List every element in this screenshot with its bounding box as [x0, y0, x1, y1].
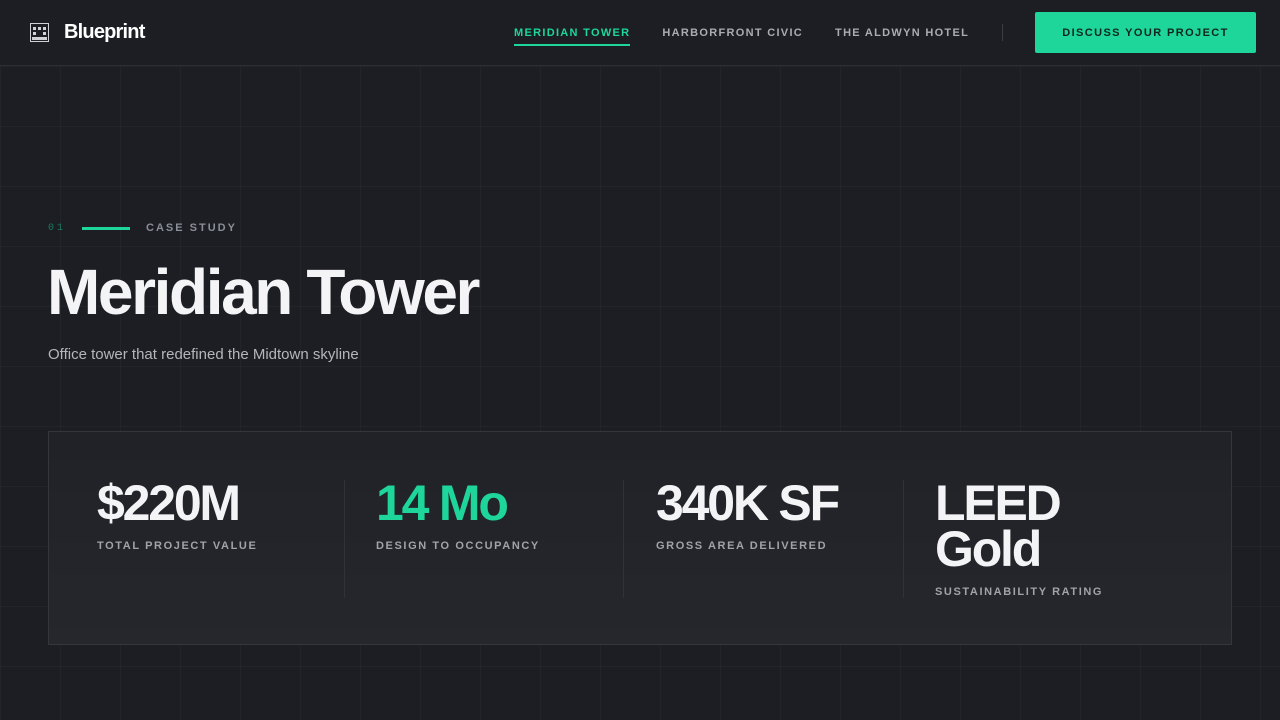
stat-value: 340K SF: [656, 475, 840, 531]
stat-sustainability: LEED Gold SUSTAINABILITY RATING: [935, 475, 1135, 598]
page-subtitle: Office tower that redefined the Midtown …: [48, 346, 359, 363]
eyebrow: 01 CASE STUDY: [48, 222, 237, 234]
brand-name: Blueprint: [64, 20, 145, 43]
nav-item-harborfront-civic[interactable]: HARBORFRONT CIVIC: [662, 27, 803, 39]
stat-label: DESIGN TO OCCUPANCY: [376, 540, 540, 552]
nav-divider: [1002, 24, 1003, 41]
stat-label: GROSS AREA DELIVERED: [656, 540, 828, 552]
discuss-project-button[interactable]: DISCUSS YOUR PROJECT: [1035, 12, 1256, 53]
nav-item-aldwyn-hotel[interactable]: THE ALDWYN HOTEL: [835, 27, 969, 39]
stat-divider: [344, 480, 345, 598]
brand-logo[interactable]: Blueprint: [30, 20, 145, 44]
stat-value: 14 Mo: [376, 475, 509, 531]
eyebrow-label: CASE STUDY: [146, 222, 237, 234]
nav-item-meridian-tower[interactable]: MERIDIAN TOWER: [514, 27, 631, 46]
building-icon: [30, 22, 49, 42]
stat-project-value: $220M TOTAL PROJECT VALUE: [97, 475, 337, 598]
main-nav: MERIDIAN TOWER HARBORFRONT CIVIC THE ALD…: [514, 0, 969, 66]
section-index: 01: [48, 222, 67, 234]
stat-gross-area: 340K SF GROSS AREA DELIVERED: [656, 475, 896, 598]
stat-value: $220M: [97, 475, 241, 531]
eyebrow-divider: [82, 226, 131, 230]
stat-design-to-occupancy: 14 Mo DESIGN TO OCCUPANCY: [376, 475, 616, 598]
stat-label: TOTAL PROJECT VALUE: [97, 540, 258, 552]
stat-divider: [903, 480, 904, 598]
page-title: Meridian Tower: [47, 256, 480, 328]
stat-label: SUSTAINABILITY RATING: [935, 586, 1104, 598]
site-header: Blueprint MERIDIAN TOWER HARBORFRONT CIV…: [0, 0, 1280, 66]
stat-value: LEED Gold: [935, 475, 1062, 577]
stats-panel: $220M TOTAL PROJECT VALUE 14 Mo DESIGN T…: [48, 431, 1232, 645]
stat-divider: [623, 480, 624, 598]
